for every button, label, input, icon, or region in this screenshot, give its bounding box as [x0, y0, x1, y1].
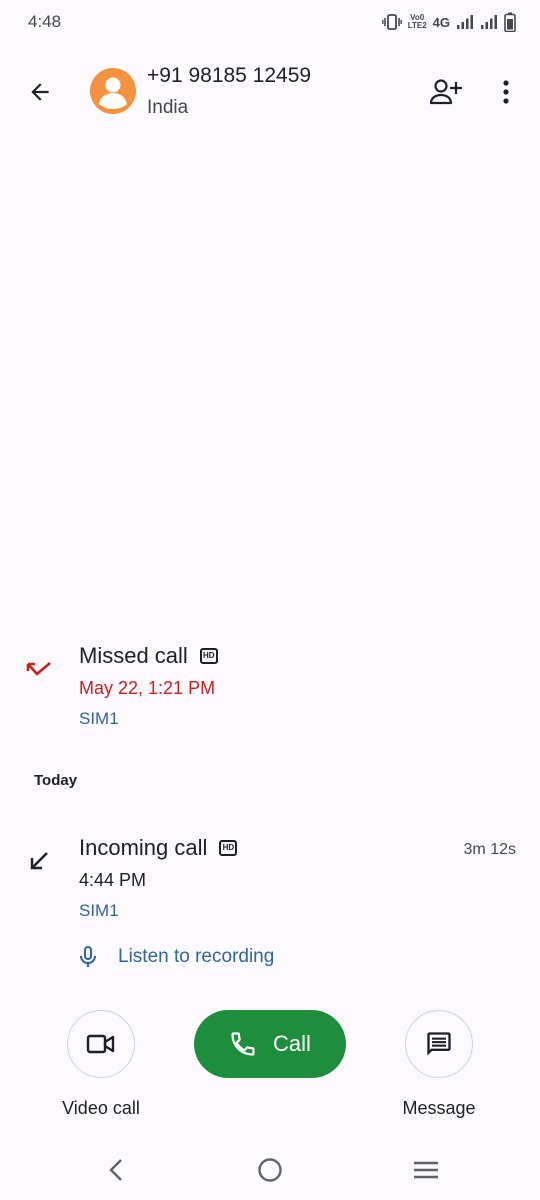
call-time: May 22, 1:21 PM — [79, 678, 216, 698]
message-button[interactable] — [405, 1010, 473, 1078]
status-bar: 4:48 Vo0 LTE2 4G — [0, 0, 540, 44]
menu-icon — [414, 1161, 438, 1179]
call-time: 4:44 PM — [79, 870, 147, 890]
back-button[interactable] — [18, 70, 62, 114]
add-contact-button[interactable] — [424, 70, 468, 114]
video-call-button[interactable] — [67, 1010, 135, 1078]
nav-recents-button[interactable] — [406, 1152, 446, 1188]
more-vert-icon — [503, 80, 509, 104]
signal-icon — [456, 14, 474, 30]
video-camera-icon — [86, 1034, 115, 1054]
call-entry-incoming[interactable]: Incoming call HD 3m 12s 4:44 PM SIM1 — [0, 832, 540, 932]
battery-icon — [504, 12, 516, 32]
call-duration: 3m 12s — [463, 841, 516, 858]
phone-icon — [231, 1032, 255, 1056]
chevron-left-icon — [109, 1159, 122, 1181]
mic-icon — [80, 946, 96, 967]
call-type: Missed call HD — [79, 643, 218, 669]
section-today: Today — [34, 772, 78, 789]
nav-back-button[interactable] — [96, 1152, 136, 1188]
message-label: Message — [402, 1098, 476, 1118]
avatar[interactable] — [90, 68, 136, 114]
call-sim: SIM1 — [79, 901, 119, 920]
vibrate-icon — [381, 14, 402, 30]
home-circle-icon — [258, 1158, 282, 1182]
back-arrow-icon — [31, 83, 49, 101]
video-call-label: Video call — [62, 1098, 140, 1118]
call-sim: SIM1 — [79, 709, 119, 728]
contact-header: +91 98185 12459 India — [0, 56, 540, 126]
call-details-screen: 4:48 Vo0 LTE2 4G +91 98185 12459 India M… — [0, 0, 540, 1200]
incoming-call-icon — [22, 844, 56, 878]
person-icon — [99, 77, 127, 109]
call-entry-missed[interactable]: Missed call HD May 22, 1:21 PM SIM1 — [0, 640, 540, 740]
status-time: 4:48 — [28, 12, 62, 31]
navigation-bar — [0, 1140, 540, 1200]
recording-label: Listen to recording — [118, 946, 275, 967]
call-type: Incoming call HD — [79, 835, 238, 861]
missed-call-icon — [22, 652, 56, 686]
contact-number: +91 98185 12459 — [147, 64, 312, 87]
nav-home-button[interactable] — [250, 1152, 290, 1188]
call-button[interactable]: Call — [194, 1010, 346, 1078]
signal-icon — [480, 14, 498, 30]
status-icons: Vo0 LTE2 4G — [381, 10, 516, 34]
message-icon — [427, 1032, 451, 1056]
call-button-label: Call — [273, 1031, 311, 1056]
add-person-icon — [429, 79, 462, 105]
volte-indicator: Vo0 LTE2 — [407, 13, 427, 30]
listen-recording-button[interactable]: Listen to recording — [78, 942, 274, 972]
network-type: 4G — [432, 14, 450, 30]
hd-badge: HD — [219, 840, 238, 856]
hd-badge: HD — [199, 648, 218, 664]
more-options-button[interactable] — [484, 70, 528, 114]
contact-country: India — [147, 97, 189, 118]
